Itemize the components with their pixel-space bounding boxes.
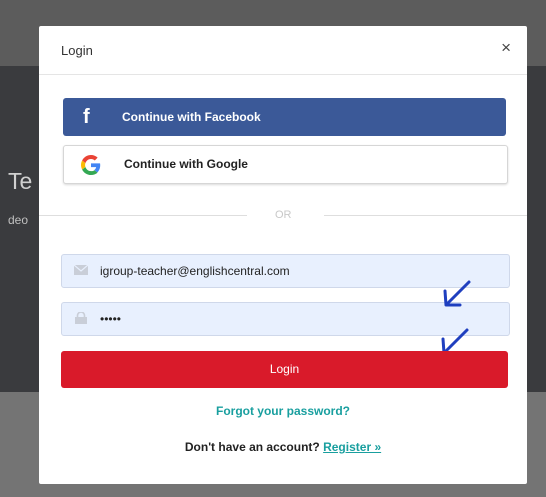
background-text-fragment: Te (8, 168, 33, 194)
login-button[interactable]: Login (61, 351, 508, 388)
or-label: OR (275, 209, 292, 221)
envelope-icon (74, 264, 88, 275)
register-link[interactable]: Register » (323, 440, 381, 454)
continue-with-facebook-button[interactable]: f Continue with Facebook (63, 98, 506, 136)
forgot-password-link[interactable]: Forgot your password? (39, 404, 527, 418)
arrow-down-left-icon (443, 280, 471, 307)
close-button[interactable]: × (501, 39, 511, 56)
facebook-button-label: Continue with Facebook (122, 110, 261, 124)
lock-icon (75, 312, 87, 324)
background-text-fragment: deo (8, 213, 29, 227)
google-button-label: Continue with Google (124, 157, 248, 171)
divider-line-left (39, 215, 247, 216)
or-divider: OR (39, 207, 527, 223)
facebook-icon: f (83, 106, 90, 128)
register-prompt: Don't have an account? Register » (39, 440, 527, 454)
divider-line-right (324, 215, 527, 216)
login-modal: Login × f Continue with Facebook Continu… (39, 26, 527, 484)
modal-header: Login × (39, 26, 527, 75)
continue-with-google-button[interactable]: Continue with Google (63, 145, 508, 184)
modal-title: Login (61, 43, 93, 58)
no-account-text: Don't have an account? (184, 440, 324, 454)
google-icon (81, 155, 101, 175)
